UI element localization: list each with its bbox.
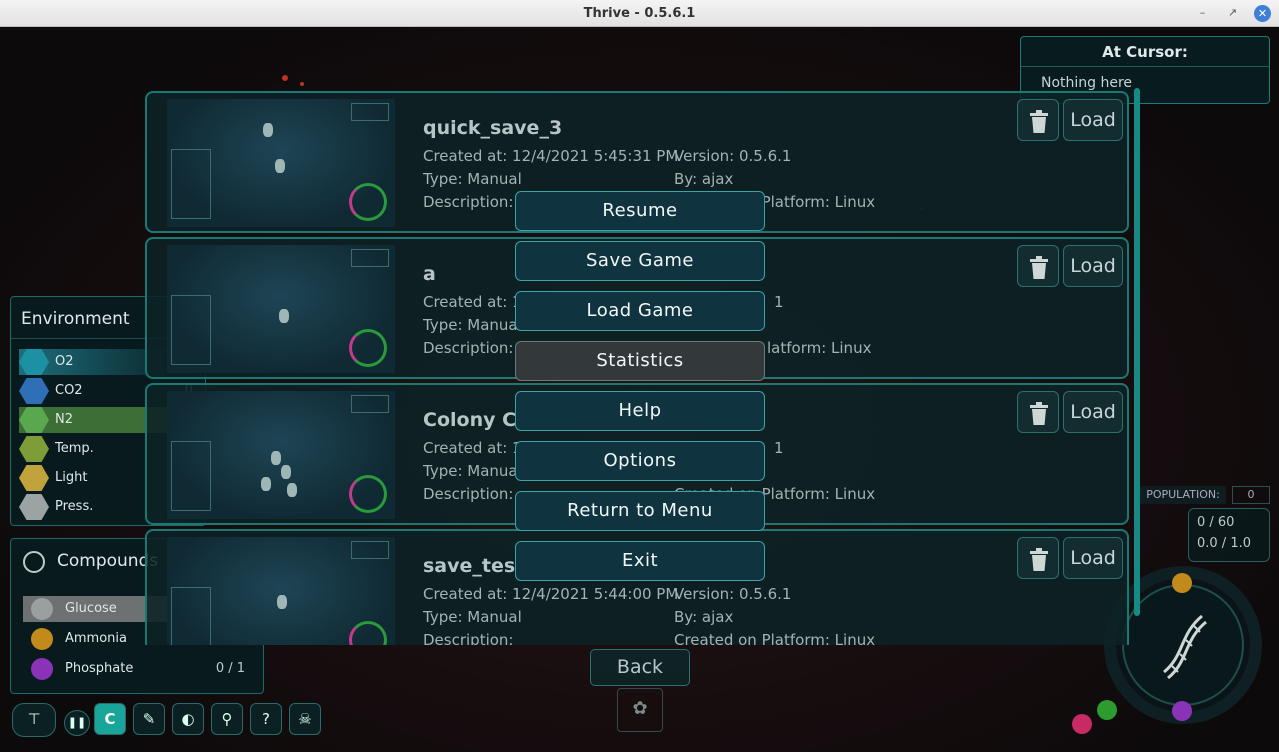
window-titlebar: Thrive - 0.5.6.1 – ↗ ✕	[0, 0, 1279, 27]
edit-pencil-icon[interactable]: ✎	[133, 703, 165, 735]
compound-label: Phosphate	[65, 661, 134, 676]
at-cursor-title: At Cursor:	[1021, 37, 1269, 67]
save-name: save_test	[423, 555, 525, 577]
env-label: CO2	[55, 383, 83, 398]
save-version: Version: 0.5.6.1	[674, 147, 792, 165]
population-value: 0	[1232, 486, 1270, 504]
search-icon[interactable]: ⚲	[211, 703, 243, 735]
compound-label: Ammonia	[65, 631, 127, 646]
restore-icon[interactable]: ↗	[1224, 5, 1241, 22]
ammonia-icon	[1172, 573, 1192, 593]
atp-icon	[1097, 700, 1117, 720]
population-label: POPULATION:	[1140, 486, 1226, 504]
delete-save-button[interactable]	[1017, 245, 1059, 287]
save-platform: Created on Platform: Linux	[674, 631, 876, 645]
editor-icon[interactable]: ⊤	[12, 703, 56, 737]
delete-save-button[interactable]	[1017, 391, 1059, 433]
minimize-icon[interactable]: –	[1194, 5, 1211, 22]
hp-value: 0 / 60	[1197, 515, 1235, 530]
save-name: quick_save_3	[423, 117, 563, 139]
compound-label: Glucose	[65, 601, 117, 616]
glucose-icon	[31, 598, 53, 620]
trash-icon	[1030, 402, 1048, 425]
carbon-dioxide-icon	[19, 378, 49, 404]
save-created: Created at: 12/4/2021 5:45:31 PM	[423, 147, 679, 165]
save-version: 1	[774, 439, 784, 457]
delete-save-button[interactable]	[1017, 537, 1059, 579]
compounds-title: Compounds	[57, 551, 159, 571]
chemoreception-icon[interactable]: ◐	[172, 703, 204, 735]
particle	[282, 75, 288, 81]
options-button[interactable]: Options	[515, 441, 765, 481]
save-description: Description:	[423, 193, 514, 211]
ammonia-icon	[31, 628, 53, 650]
env-label: Press.	[55, 499, 94, 514]
compound-row-phosphate: Phosphate 0 / 1	[23, 656, 259, 682]
save-list-scrollbar[interactable]	[1134, 88, 1140, 616]
cell-stats-panel: 0 / 60 0.0 / 1.0	[1188, 508, 1270, 562]
oxygen-icon	[19, 349, 49, 375]
exit-button[interactable]: Exit	[515, 541, 765, 581]
save-version: 1	[774, 293, 784, 311]
save-game-button[interactable]: Save Game	[515, 241, 765, 281]
compounds-dial-icon	[23, 551, 45, 573]
env-label: O2	[55, 354, 74, 369]
save-platform: latform: Linux	[767, 339, 872, 357]
compounds-toggle-button[interactable]: C	[94, 703, 126, 735]
phosphate-icon	[31, 658, 53, 680]
trash-icon	[1030, 110, 1048, 133]
load-save-button[interactable]: Load	[1063, 245, 1123, 287]
phosphate-icon	[1172, 701, 1192, 721]
trash-icon	[1030, 548, 1048, 571]
window-title: Thrive - 0.5.6.1	[583, 6, 696, 21]
microbe-icon: ✿	[617, 688, 663, 732]
save-screenshot	[167, 391, 395, 519]
save-type: Type: Manual	[423, 316, 522, 334]
load-save-button[interactable]: Load	[1063, 391, 1123, 433]
save-author: By: ajax	[674, 608, 734, 626]
back-button[interactable]: Back	[590, 649, 690, 686]
particle	[300, 82, 304, 86]
editor-button[interactable]	[1122, 584, 1244, 706]
compound-value: 0 / 1	[215, 661, 245, 676]
load-save-button[interactable]: Load	[1063, 99, 1123, 141]
return-to-menu-button[interactable]: Return to Menu	[515, 491, 765, 531]
resume-button[interactable]: Resume	[515, 191, 765, 231]
save-created: Created at: 12/4/2021 5:44:00 PM	[423, 585, 679, 603]
env-label: Temp.	[55, 441, 94, 456]
close-icon[interactable]: ✕	[1254, 5, 1271, 22]
save-type: Type: Manual	[423, 170, 522, 188]
save-type: Type: Manual	[423, 462, 522, 480]
delete-save-button[interactable]	[1017, 99, 1059, 141]
dna-icon	[1163, 614, 1207, 680]
save-author: By: ajax	[674, 170, 734, 188]
atp-value: 0.0 / 1.0	[1197, 536, 1251, 551]
load-save-button[interactable]: Load	[1063, 537, 1123, 579]
pause-icon[interactable]: ❚❚	[64, 710, 90, 736]
save-name: a	[423, 263, 436, 285]
help-menu-button[interactable]: Help	[515, 391, 765, 431]
save-version: Version: 0.5.6.1	[674, 585, 792, 603]
pressure-icon	[19, 494, 49, 520]
temperature-icon	[19, 436, 49, 462]
statistics-button[interactable]: Statistics	[515, 341, 765, 381]
help-button[interactable]: ?	[250, 703, 282, 735]
nitrogen-icon	[19, 407, 49, 433]
skull-icon[interactable]: ☠	[289, 703, 321, 735]
save-screenshot	[167, 99, 395, 227]
load-game-button[interactable]: Load Game	[515, 291, 765, 331]
save-screenshot	[167, 245, 395, 373]
save-screenshot	[167, 537, 395, 645]
save-description: Description:	[423, 485, 514, 503]
save-description: Description:	[423, 631, 514, 645]
env-label: N2	[55, 412, 73, 427]
trash-icon	[1030, 256, 1048, 279]
health-icon	[1072, 714, 1092, 734]
env-label: Light	[55, 470, 88, 485]
light-icon	[19, 465, 49, 491]
save-type: Type: Manual	[423, 608, 522, 626]
save-description: Description:	[423, 339, 514, 357]
